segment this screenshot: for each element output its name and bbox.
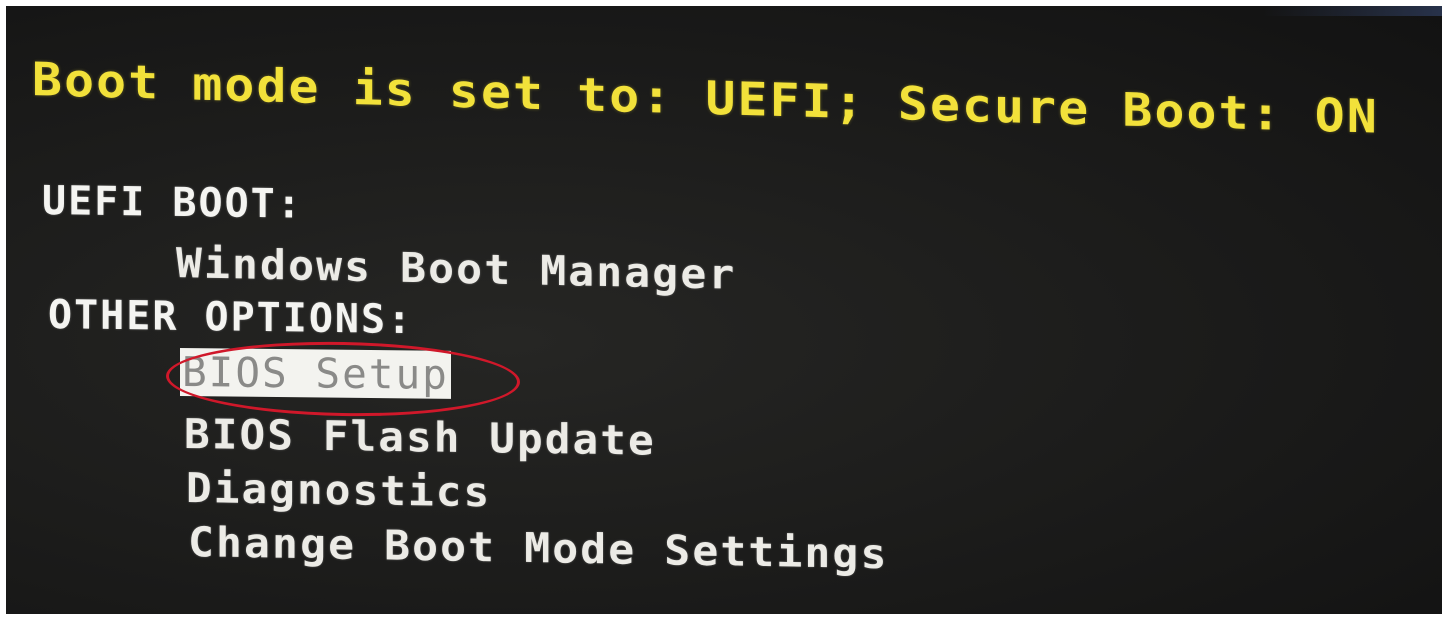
boot-option-diagnostics[interactable]: Diagnostics bbox=[186, 464, 491, 516]
boot-option-windows-boot-manager[interactable]: Windows Boot Manager bbox=[176, 239, 736, 299]
boot-option-bios-flash-update[interactable]: BIOS Flash Update bbox=[184, 410, 656, 465]
screen-glare bbox=[1262, 6, 1442, 16]
boot-option-change-boot-mode-settings[interactable]: Change Boot Mode Settings bbox=[188, 518, 888, 578]
boot-mode-status: Boot mode is set to: UEFI; Secure Boot: … bbox=[32, 52, 1379, 144]
uefi-boot-header: UEFI BOOT: bbox=[42, 178, 303, 228]
other-options-header: OTHER OPTIONS: bbox=[48, 292, 414, 344]
boot-menu-screen: Boot mode is set to: UEFI; Secure Boot: … bbox=[6, 6, 1442, 614]
annotation-circle bbox=[165, 338, 521, 420]
